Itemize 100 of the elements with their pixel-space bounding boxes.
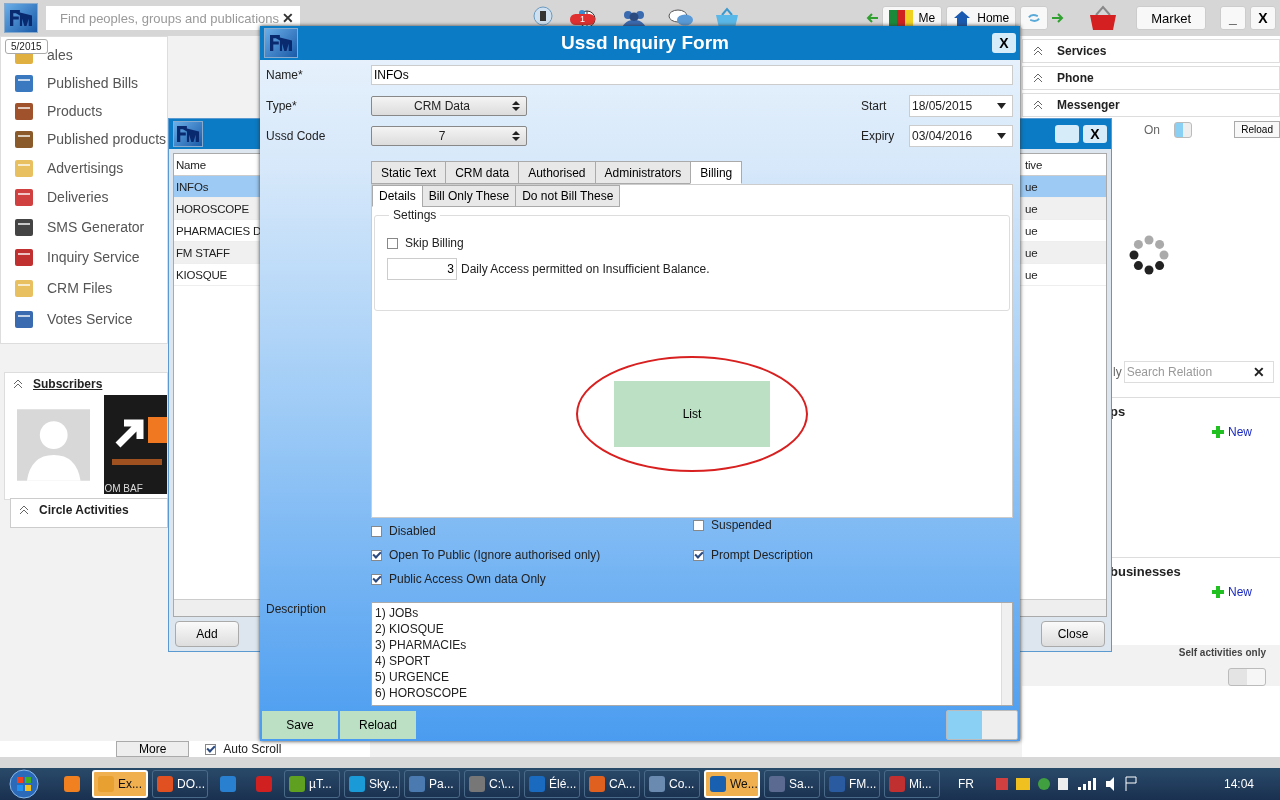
toggle-switch[interactable] (946, 710, 1018, 740)
clear-button[interactable]: ✕ (282, 10, 294, 26)
sidebar-item[interactable]: Published Bills (47, 75, 139, 91)
back-arrow-icon[interactable] (865, 13, 878, 23)
sidebar-item[interactable]: ales (47, 47, 73, 63)
clear-button[interactable]: ✕ (1252, 364, 1265, 380)
taskbar-button[interactable]: Élé... (524, 770, 580, 798)
tab[interactable]: Details (372, 185, 423, 207)
sidebar-item[interactable]: Published products (47, 131, 167, 147)
people-icon[interactable] (620, 8, 648, 28)
module-icon[interactable] (13, 100, 35, 122)
reload-button[interactable]: Reload (1234, 121, 1280, 138)
type-dropdown[interactable]: CRM Data (371, 96, 527, 116)
tab[interactable]: Bill Only These (421, 185, 517, 207)
toggle-switch[interactable] (1228, 668, 1266, 686)
new-link[interactable]: New (1212, 585, 1252, 599)
section-header[interactable]: Messenger (1022, 93, 1280, 117)
module-icon[interactable] (13, 128, 35, 150)
module-icon[interactable] (13, 186, 35, 209)
tab[interactable]: Billing (690, 161, 743, 184)
list-button[interactable]: List (614, 381, 770, 447)
market-button[interactable]: Market (1136, 6, 1206, 30)
tab[interactable]: Do not Bill These (515, 185, 621, 207)
sidebar-item[interactable]: SMS Generator (47, 218, 145, 235)
filter-label: ly (1113, 365, 1122, 379)
window-button[interactable]: X (1250, 6, 1276, 30)
taskbar-button[interactable]: Co... (644, 770, 700, 798)
module-icon[interactable] (13, 72, 35, 94)
notification-badge: 1 (570, 14, 595, 25)
plus-icon (1212, 426, 1224, 438)
checkbox[interactable] (371, 525, 382, 537)
chat-icon[interactable] (668, 8, 694, 28)
section-header[interactable]: Services (1022, 39, 1280, 63)
module-icon[interactable] (13, 308, 35, 330)
updown-arrow-icon (512, 130, 520, 142)
column-header[interactable]: tive (1023, 158, 1043, 171)
new-link[interactable]: New (1212, 425, 1252, 439)
sidebar-item[interactable]: Products (47, 103, 103, 119)
collapse-icon[interactable] (13, 379, 23, 389)
taskbar-button[interactable]: Ex... (92, 770, 148, 798)
taskbar-button[interactable]: DO... (152, 770, 208, 798)
taskbar-button[interactable]: Pa... (404, 770, 460, 798)
search-field[interactable]: Search Relation ✕ (1123, 361, 1274, 383)
taskbar-button[interactable]: Sa... (764, 770, 820, 798)
name-field[interactable]: INFOs (371, 65, 1013, 85)
checkbox[interactable] (205, 743, 217, 755)
checkbox[interactable] (693, 519, 704, 531)
taskbar-button[interactable]: FM... (824, 770, 880, 798)
close-button[interactable]: Close (1041, 621, 1105, 647)
checkbox[interactable] (371, 549, 382, 561)
sidebar-item[interactable]: Advertisings (47, 159, 124, 176)
field-label: Name* (266, 68, 304, 82)
sidebar-item[interactable]: Inquiry Service (47, 249, 140, 265)
start-button[interactable] (6, 769, 42, 799)
save-button[interactable]: Save (262, 711, 338, 739)
logo-icon[interactable] (4, 3, 38, 33)
toggle-switch[interactable] (1174, 121, 1193, 138)
taskbar-button[interactable]: We... (704, 770, 760, 798)
date-picker[interactable]: 03/04/2016 (909, 125, 1013, 147)
tab[interactable]: CRM data (445, 161, 520, 184)
taskbar-button[interactable]: CA... (584, 770, 640, 798)
table-cell-text: FM STAFF (175, 246, 230, 259)
section-header[interactable]: Phone (1022, 66, 1280, 90)
tab[interactable]: Static Text (371, 161, 447, 184)
column-header[interactable]: Name (174, 158, 206, 171)
language-indicator[interactable]: FR (958, 777, 974, 791)
checkbox[interactable] (371, 573, 382, 585)
module-icon[interactable] (13, 246, 35, 268)
collapse-icon[interactable] (19, 505, 29, 515)
taskbar-button[interactable]: Sky... (344, 770, 400, 798)
logo-icon (173, 121, 203, 147)
number-field[interactable]: 3 (387, 258, 457, 280)
tab[interactable]: Authorised (518, 161, 596, 184)
tab[interactable]: Administrators (594, 161, 692, 184)
search-field[interactable]: Find peoples, groups and publications ✕ (46, 6, 300, 30)
description-field[interactable]: 1) JOBs 2) KIOSQUE 3) PHARMACIEs 4) SPORT 5) URGENCE 6) HOROSCOPE (371, 602, 1013, 706)
taskbar-button[interactable]: Mi... (884, 770, 940, 798)
sidebar-item[interactable]: Votes Service (47, 311, 133, 327)
sync-button[interactable] (1020, 6, 1049, 30)
checkbox[interactable] (387, 237, 398, 249)
shopping-basket-icon[interactable] (1088, 5, 1119, 31)
window-button[interactable]: _ (1220, 6, 1246, 30)
collapse-icon (1033, 100, 1043, 110)
checkbox[interactable] (693, 549, 704, 561)
sidebar-item[interactable]: Deliveries (47, 189, 109, 206)
more-button[interactable]: More (116, 741, 190, 757)
panel-title[interactable]: Circle Activities (39, 503, 129, 517)
close-button[interactable]: X (1083, 125, 1107, 143)
taskbar-button[interactable]: µT... (284, 770, 340, 798)
close-button[interactable]: X (992, 33, 1016, 53)
reload-button[interactable]: Reload (340, 711, 416, 739)
field-label: Ussd Code (266, 129, 327, 143)
sidebar-item[interactable]: CRM Files (47, 280, 113, 296)
table-cell-text: HOROSCOPE (175, 202, 249, 215)
code-dropdown[interactable]: 7 (371, 126, 527, 146)
forward-arrow-icon[interactable] (1052, 13, 1065, 23)
taskbar-button[interactable]: C:\... (464, 770, 520, 798)
date-picker[interactable]: 18/05/2015 (909, 95, 1013, 117)
panel-title[interactable]: Subscribers (33, 377, 103, 391)
add-button[interactable]: Add (175, 621, 239, 647)
